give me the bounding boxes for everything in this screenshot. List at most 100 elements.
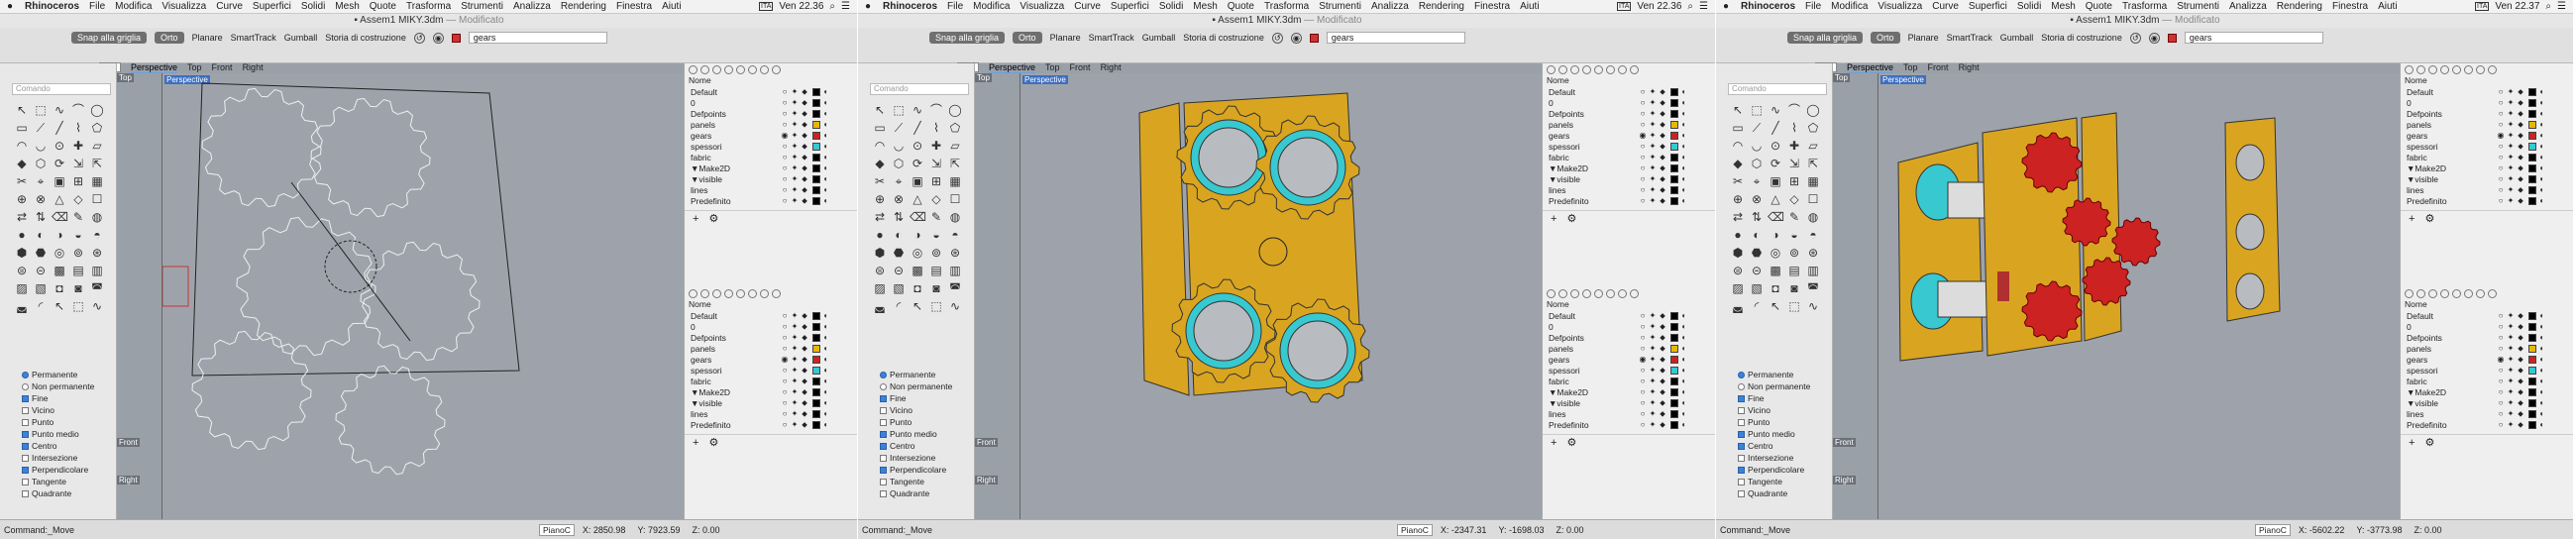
tool-icon[interactable]: ⬢: [14, 246, 30, 261]
material-icon[interactable]: ◖: [2536, 344, 2546, 353]
list-icon[interactable]: ☰: [2557, 1, 2566, 12]
tool-icon[interactable]: ◎: [52, 246, 67, 261]
layer-color-swatch[interactable]: [2528, 109, 2536, 118]
lock-icon[interactable]: ⬥: [1658, 196, 1667, 206]
menu-finestra[interactable]: Finestra: [1469, 1, 1515, 12]
layer-row[interactable]: lines ○ ✦ ⬥ ◖: [1543, 408, 1715, 419]
tool-icon[interactable]: ◒: [70, 228, 86, 243]
material-icon[interactable]: ◖: [2536, 420, 2546, 429]
menu-file[interactable]: File: [84, 1, 110, 12]
layer-color-swatch[interactable]: [2528, 142, 2536, 151]
current-layer-icon[interactable]: ○: [780, 420, 790, 429]
menu-trasforma[interactable]: Trasforma: [2117, 1, 2172, 12]
layer-tool-icon[interactable]: [1582, 64, 1591, 74]
tool-icon[interactable]: ⊜: [14, 264, 30, 278]
material-icon[interactable]: ◖: [820, 163, 830, 172]
tab-right[interactable]: Right: [1959, 62, 1980, 72]
tool-icon[interactable]: ⊚: [928, 246, 944, 261]
lock-icon[interactable]: ⬥: [2516, 311, 2525, 321]
visibility-icon[interactable]: ✦: [790, 120, 800, 129]
lock-icon[interactable]: ⬥: [1658, 98, 1667, 108]
current-layer-icon[interactable]: ○: [780, 387, 790, 396]
tool-icon[interactable]: ▣: [1768, 174, 1783, 189]
osnap-item[interactable]: Punto: [880, 416, 969, 428]
layer-tool-icon[interactable]: [724, 64, 733, 74]
tool-icon[interactable]: ∿: [89, 299, 105, 314]
osnap-item[interactable]: Quadrante: [880, 487, 969, 499]
layer-color-swatch[interactable]: [1670, 344, 1678, 353]
tool-icon[interactable]: ◓: [1805, 228, 1821, 243]
layer-color-swatch[interactable]: [1670, 322, 1678, 331]
lock-icon[interactable]: ⬥: [2516, 174, 2525, 184]
layer-tool-icon[interactable]: [2440, 64, 2449, 74]
material-icon[interactable]: ◖: [820, 409, 830, 418]
layer-tool-icon[interactable]: [748, 288, 757, 298]
material-icon[interactable]: ◖: [2536, 109, 2546, 118]
layer-color-swatch[interactable]: [812, 311, 820, 320]
layer-row[interactable]: fabric ○ ✦ ⬥ ◖: [1543, 152, 1715, 162]
layer-color-swatch[interactable]: [1670, 196, 1678, 205]
right-viewport[interactable]: Right: [975, 476, 1020, 519]
tool-icon[interactable]: ⊙: [52, 139, 67, 154]
osnap-item[interactable]: Tangente: [880, 476, 969, 487]
layer-tool-icon[interactable]: [2416, 288, 2425, 298]
tool-icon[interactable]: ⊝: [33, 264, 49, 278]
current-layer-icon[interactable]: ○: [780, 344, 790, 353]
checkbox-icon[interactable]: [880, 406, 887, 414]
material-icon[interactable]: ◖: [820, 142, 830, 151]
tool-icon[interactable]: ☐: [1805, 192, 1821, 207]
layer-tool-icon[interactable]: [1558, 64, 1567, 74]
menu-superfici[interactable]: Superfici: [1106, 1, 1154, 12]
layer-row[interactable]: panels ○ ✦ ⬥ ◖: [1543, 119, 1715, 130]
checkbox-icon[interactable]: [22, 478, 29, 485]
material-icon[interactable]: ◖: [1678, 131, 1688, 140]
material-icon[interactable]: ◖: [820, 196, 830, 205]
lock-icon[interactable]: ⬥: [2516, 322, 2525, 332]
current-layer-icon[interactable]: ○: [780, 333, 790, 342]
top-viewport[interactable]: Top: [1833, 73, 1878, 289]
visibility-icon[interactable]: ✦: [1648, 120, 1658, 129]
tool-icon[interactable]: ▣: [910, 174, 925, 189]
apple-icon[interactable]: ●: [1716, 1, 1736, 12]
layer-tool-icon[interactable]: [2488, 64, 2497, 74]
layer-color-swatch[interactable]: [1670, 153, 1678, 162]
tool-icon[interactable]: ⬠: [89, 121, 105, 136]
layer-color-swatch[interactable]: [812, 153, 820, 162]
layer-color-swatch[interactable]: [1670, 98, 1678, 107]
layer-color-swatch[interactable]: [2528, 420, 2536, 429]
lock-icon[interactable]: ⬥: [1658, 409, 1667, 419]
tool-icon[interactable]: ◐: [891, 228, 907, 243]
tool-icon[interactable]: ⊚: [1786, 246, 1802, 261]
current-layer-icon[interactable]: ○: [1638, 163, 1648, 172]
menu-quote[interactable]: Quote: [1223, 1, 1259, 12]
tool-icon[interactable]: ⊞: [928, 174, 944, 189]
add-layer-button[interactable]: +: [2409, 213, 2415, 225]
visibility-icon[interactable]: ✦: [2506, 98, 2516, 107]
layer-tool-icon[interactable]: [1630, 288, 1639, 298]
tool-icon[interactable]: ⌇: [928, 121, 944, 136]
tool-icon[interactable]: ◯: [1805, 103, 1821, 118]
current-layer-icon[interactable]: ○: [1638, 185, 1648, 194]
material-icon[interactable]: ◖: [1678, 98, 1688, 107]
tool-icon[interactable]: ⬡: [33, 157, 49, 171]
tool-icon[interactable]: ╱: [52, 121, 67, 136]
tool-icon[interactable]: ◜: [891, 299, 907, 314]
construction-plane[interactable]: PianoC: [2255, 523, 2291, 536]
visibility-icon[interactable]: ✦: [790, 311, 800, 320]
layer-row[interactable]: 0 ○ ✦ ⬥ ◖: [2401, 321, 2573, 332]
orto-button[interactable]: Orto: [155, 32, 184, 44]
tool-icon[interactable]: ◆: [872, 157, 888, 171]
current-layer-icon[interactable]: ○: [780, 409, 790, 418]
layer-tool-icon[interactable]: [2416, 64, 2425, 74]
layer-row[interactable]: lines ○ ✦ ⬥ ◖: [685, 184, 857, 195]
checkbox-icon[interactable]: [1738, 489, 1745, 497]
checkbox-icon[interactable]: [22, 418, 29, 426]
lock-icon[interactable]: ⬥: [2516, 87, 2525, 97]
material-icon[interactable]: ◖: [820, 366, 830, 375]
tool-icon[interactable]: ◚: [89, 281, 105, 296]
lock-icon[interactable]: ⬥: [800, 153, 809, 162]
visibility-icon[interactable]: ✦: [1648, 322, 1658, 331]
tool-icon[interactable]: ▩: [1768, 264, 1783, 278]
osnap-item[interactable]: Perpendicolare: [1738, 464, 1827, 476]
visibility-icon[interactable]: ✦: [1648, 98, 1658, 107]
